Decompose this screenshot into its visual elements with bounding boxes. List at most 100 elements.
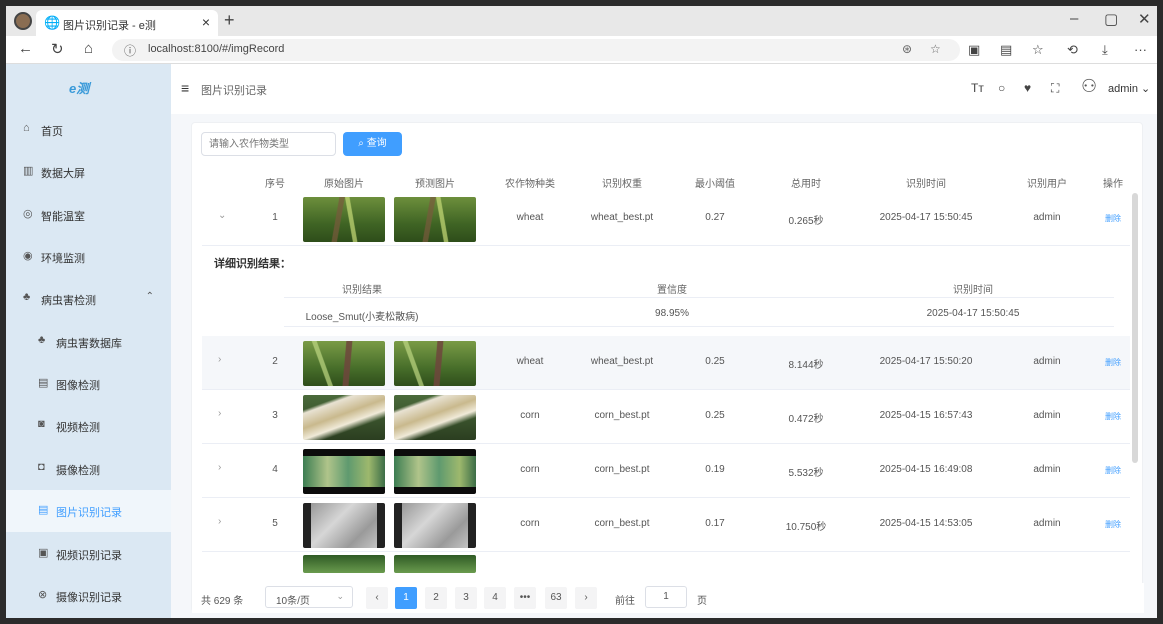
sidebar-item-pest-detection[interactable]: ♣ 病虫害检测 ⌃ (6, 278, 171, 320)
reload-icon[interactable]: ↻ (51, 40, 64, 58)
sidebar-item-image-record[interactable]: ▤ 图片识别记录 (6, 490, 171, 532)
fullscreen-icon[interactable]: ⛶ (1051, 81, 1059, 96)
predicted-image[interactable] (394, 395, 476, 440)
expand-icon[interactable]: › (218, 516, 221, 527)
expand-icon[interactable]: › (218, 462, 221, 473)
table-row[interactable]: › 5 corn corn_best.pt 0.17 10.750秒 2025-… (202, 498, 1130, 552)
reading-view-icon[interactable]: ▤ (1000, 42, 1012, 58)
table-row[interactable]: › 2 wheat wheat_best.pt 0.25 8.144秒 2025… (202, 336, 1130, 390)
original-image[interactable] (303, 197, 385, 242)
page-size-select[interactable]: 10条/页 ⌄ (265, 586, 353, 608)
cell-user: admin (1033, 464, 1061, 475)
sidebar-item-camera-record[interactable]: ⊗ 摄像识别记录 (6, 575, 171, 617)
more-pages-button[interactable]: ••• (514, 587, 536, 609)
user-menu[interactable]: admin ⌄ (1108, 82, 1150, 95)
close-tab-icon[interactable]: × (202, 14, 210, 30)
cell-threshold: 0.27 (705, 212, 725, 223)
cell-crop: corn (520, 464, 540, 475)
table-row[interactable]: › 3 corn corn_best.pt 0.25 0.472秒 2025-0… (202, 390, 1130, 444)
detail-confidence: 98.95% (655, 308, 689, 319)
sidebar-item-environment[interactable]: ◉ 环境监测 (6, 236, 171, 278)
sidebar-item-label: 图像检测 (56, 380, 100, 392)
menu-toggle-icon[interactable]: ≡ (181, 80, 189, 96)
sidebar-item-video-record[interactable]: ▣ 视频识别记录 (6, 533, 171, 575)
sidebar-item-image-detection[interactable]: ▤ 图像检测 (6, 363, 171, 405)
table-row[interactable]: › 4 corn corn_best.pt 0.19 5.532秒 2025-0… (202, 444, 1130, 498)
predicted-image[interactable] (394, 449, 476, 494)
delete-button[interactable]: 删除 (1105, 411, 1121, 422)
sidebar-item-label: 病虫害检测 (41, 295, 96, 307)
original-image[interactable] (303, 503, 385, 548)
new-tab-button[interactable]: + (224, 10, 235, 31)
divider (284, 297, 1114, 298)
home-icon[interactable]: ⌂ (84, 40, 93, 57)
browser-tab[interactable]: 🌐 图片识别记录 - e测 × (36, 10, 218, 36)
theme-icon[interactable]: ♥ (1024, 81, 1031, 95)
breadcrumb: 图片识别记录 (201, 85, 267, 97)
cell-time-used: 0.472秒 (788, 414, 824, 425)
translate-icon[interactable]: ⊛ (902, 42, 912, 56)
environment-icon: ◉ (23, 250, 33, 262)
search-icon[interactable]: ○ (998, 81, 1005, 95)
search-button[interactable]: ⌕ 查询 (343, 132, 402, 156)
original-image[interactable] (303, 555, 385, 573)
maximize-button[interactable]: ▢ (1104, 10, 1118, 28)
page-button[interactable]: 3 (455, 587, 477, 609)
chart-icon: ▥ (23, 165, 34, 177)
extensions-icon[interactable]: ▣ (968, 42, 980, 58)
sidebar-item-pest-database[interactable]: ♣ 病虫害数据库 (6, 321, 171, 363)
predicted-image[interactable] (394, 503, 476, 548)
prev-page-button[interactable]: ‹ (366, 587, 388, 609)
column-header: 识别用户 (1027, 179, 1067, 190)
delete-button[interactable]: 删除 (1105, 519, 1121, 530)
original-image[interactable] (303, 341, 385, 386)
predicted-image[interactable] (394, 197, 476, 242)
cell-time-used: 8.144秒 (788, 360, 824, 371)
sidebar-item-dashboard[interactable]: ▥ 数据大屏 (6, 151, 171, 193)
sidebar-item-video-detection[interactable]: ◙ 视频检测 (6, 405, 171, 447)
close-window-button[interactable]: ✕ (1138, 10, 1151, 28)
sidebar-item-greenhouse[interactable]: ◎ 智能温室 (6, 194, 171, 236)
profile-avatar[interactable] (14, 12, 32, 30)
download-icon[interactable]: ⤓ (1102, 42, 1108, 58)
total-count: 共 629 条 (201, 596, 244, 607)
predicted-image[interactable] (394, 341, 476, 386)
next-page-button[interactable]: › (575, 587, 597, 609)
page-button[interactable]: 4 (484, 587, 506, 609)
user-avatar-icon[interactable]: ⚇ (1081, 76, 1097, 97)
table-row[interactable]: ⌄ 1 wheat wheat_best.pt 0.27 0.265秒 2025… (202, 192, 1130, 246)
table-scrollbar[interactable] (1132, 193, 1138, 463)
expand-icon[interactable]: › (218, 354, 221, 365)
back-icon[interactable]: ← (18, 40, 33, 57)
page-button[interactable]: 63 (545, 587, 567, 609)
collapse-icon[interactable]: ⌄ (218, 210, 226, 221)
cell-time: 2025-04-17 15:50:20 (879, 356, 973, 367)
url-field[interactable]: ⓘ localhost:8100/#/imgRecord ⊛ ☆ (112, 39, 960, 61)
page-size-value: 10条/页 (276, 596, 310, 607)
page-button[interactable]: 2 (425, 587, 447, 609)
expand-icon[interactable]: › (218, 408, 221, 419)
delete-button[interactable]: 删除 (1105, 357, 1121, 368)
original-image[interactable] (303, 395, 385, 440)
history-icon[interactable]: ⟲ (1067, 42, 1078, 58)
favorite-star-icon[interactable]: ☆ (930, 42, 941, 56)
sidebar-item-camera-detection[interactable]: ◘ 摄像检测 (6, 448, 171, 490)
info-icon[interactable]: ⓘ (124, 42, 136, 59)
delete-button[interactable]: 删除 (1105, 465, 1121, 476)
cell-threshold: 0.19 (705, 464, 725, 475)
cell-index: 5 (272, 518, 278, 529)
minimize-button[interactable]: – (1070, 10, 1078, 27)
tab-title: 图片识别记录 - e测 (63, 20, 156, 32)
more-icon[interactable]: ··· (1134, 42, 1147, 57)
page-button[interactable]: 1 (395, 587, 417, 609)
original-image[interactable] (303, 449, 385, 494)
font-size-icon[interactable]: Tт (971, 81, 984, 95)
video-record-icon: ▣ (38, 547, 49, 559)
crop-type-search-input[interactable] (201, 132, 336, 156)
delete-button[interactable]: 删除 (1105, 213, 1121, 224)
sidebar-item-home[interactable]: ⌂ 首页 (6, 109, 171, 151)
favorites-icon[interactable]: ☆ (1032, 42, 1044, 58)
app: e测 ⌂ 首页 ▥ 数据大屏 ◎ 智能温室 ◉ 环境监测 ♣ 病虫害检测 ⌃ ♣… (6, 64, 1157, 618)
predicted-image[interactable] (394, 555, 476, 573)
goto-page-input[interactable]: 1 (645, 586, 687, 608)
